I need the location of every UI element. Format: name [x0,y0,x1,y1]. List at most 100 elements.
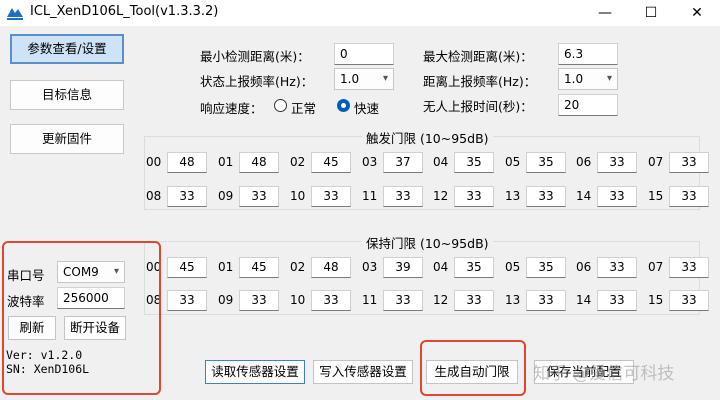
port-value: COM9 [63,265,99,279]
speed-fast-radio[interactable] [337,99,350,112]
trigger-gate-value-input[interactable]: 33 [167,186,207,207]
generate-auto-threshold-button[interactable]: 生成自动门限 [426,360,518,384]
hold-gate-value-input[interactable]: 33 [669,257,709,278]
trigger-gate-value-input[interactable]: 33 [526,186,566,207]
hold-gate-value-input[interactable]: 33 [239,290,279,311]
hold-gate-value-input[interactable]: 33 [526,290,566,311]
max-distance-input[interactable]: 6.3 [558,43,618,65]
hold-gate-index: 05 [505,260,521,274]
trigger-gate-index: 04 [433,155,449,169]
state-rate-select[interactable]: 1.0 ▾ [334,68,394,90]
trigger-gate-value-input[interactable]: 35 [454,152,494,173]
hold-threshold-title: 保持门限 (10~95dB) [362,233,493,252]
chevron-down-icon: ▾ [113,266,119,277]
chevron-down-icon: ▾ [382,73,388,84]
trigger-gate-index: 12 [433,189,449,203]
trigger-gate-index: 13 [505,189,521,203]
trigger-gate-index: 06 [576,155,592,169]
update-firmware-button[interactable]: 更新固件 [10,124,124,154]
baud-label: 波特率 [7,294,45,309]
maximize-button[interactable]: ☐ [628,0,674,26]
app-logo-icon [6,5,24,21]
hold-gate-index: 15 [648,293,664,307]
disconnect-button[interactable]: 断开设备 [64,316,126,340]
trigger-gate-value-input[interactable]: 33 [454,186,494,207]
min-distance-input[interactable]: 0 [334,43,394,65]
no-person-time-label: 无人上报时间(秒)： [423,99,533,114]
trigger-gate-index: 08 [146,189,162,203]
min-distance-label: 最小检测距离(米)： [200,49,310,64]
hold-gate-index: 01 [218,260,234,274]
hold-gate-value-input[interactable]: 35 [526,257,566,278]
version-text: Ver: v1.2.0 [6,348,83,362]
hold-gate-index: 11 [362,293,378,307]
hold-gate-value-input[interactable]: 33 [597,257,637,278]
trigger-threshold-title: 触发门限 (10~95dB) [362,128,493,147]
refresh-button[interactable]: 刷新 [8,316,56,340]
state-rate-label: 状态上报频率(Hz)： [200,74,314,89]
speed-normal-radio[interactable] [274,99,287,112]
port-select[interactable]: COM9 ▾ [57,261,125,283]
minimize-button[interactable]: — [582,0,628,26]
distance-rate-value: 1.0 [564,72,584,86]
trigger-gate-value-input[interactable]: 48 [167,152,207,173]
close-button[interactable]: ✕ [674,0,720,26]
distance-rate-select[interactable]: 1.0 ▾ [558,68,618,90]
hold-gate-value-input[interactable]: 33 [167,290,207,311]
hold-gate-value-input[interactable]: 33 [669,290,709,311]
hold-gate-value-input[interactable]: 33 [383,290,423,311]
trigger-gate-index: 10 [290,189,306,203]
no-person-time-input[interactable]: 20 [558,94,618,116]
trigger-gate-index: 15 [648,189,664,203]
trigger-gate-index: 00 [146,155,162,169]
trigger-gate-index: 05 [505,155,521,169]
trigger-gate-value-input[interactable]: 33 [311,186,351,207]
window-title: ICL_XenD106L_Tool(v1.3.3.2) [30,4,219,19]
hold-gate-index: 13 [505,293,521,307]
hold-gate-value-input[interactable]: 45 [167,257,207,278]
trigger-gate-value-input[interactable]: 45 [311,152,351,173]
trigger-gate-index: 14 [576,189,592,203]
hold-gate-index: 02 [290,260,306,274]
distance-rate-label: 距离上报频率(Hz)： [423,74,537,89]
param-view-button[interactable]: 参数查看/设置 [10,34,124,64]
chevron-down-icon: ▾ [606,73,612,84]
write-sensor-settings-button[interactable]: 写入传感器设置 [313,360,413,384]
watermark-text: 知乎 @爱信可科技 [533,364,675,384]
trigger-gate-value-input[interactable]: 33 [383,186,423,207]
trigger-gate-value-input[interactable]: 35 [526,152,566,173]
trigger-gate-value-input[interactable]: 48 [239,152,279,173]
trigger-gate-index: 07 [648,155,664,169]
baud-input[interactable]: 256000 [57,287,125,309]
trigger-gate-index: 03 [362,155,378,169]
hold-gate-value-input[interactable]: 39 [383,257,423,278]
trigger-gate-index: 11 [362,189,378,203]
trigger-gate-value-input[interactable]: 33 [669,186,709,207]
hold-gate-value-input[interactable]: 48 [311,257,351,278]
hold-gate-index: 04 [433,260,449,274]
serial-number-text: SN: XenD106L [6,362,90,376]
hold-gate-value-input[interactable]: 33 [454,290,494,311]
state-rate-value: 1.0 [340,72,360,86]
trigger-gate-value-input[interactable]: 33 [597,186,637,207]
hold-gate-value-input[interactable]: 45 [239,257,279,278]
hold-gate-index: 06 [576,260,592,274]
target-info-button[interactable]: 目标信息 [10,80,124,110]
hold-gate-value-input[interactable]: 35 [454,257,494,278]
trigger-gate-index: 01 [218,155,234,169]
trigger-gate-value-input[interactable]: 33 [239,186,279,207]
hold-gate-index: 03 [362,260,378,274]
speed-normal-label: 正常 [291,101,317,116]
hold-gate-index: 10 [290,293,306,307]
max-distance-label: 最大检测距离(米)： [423,49,533,64]
trigger-gate-value-input[interactable]: 33 [669,152,709,173]
hold-gate-value-input[interactable]: 33 [311,290,351,311]
trigger-gate-value-input[interactable]: 37 [383,152,423,173]
trigger-gate-value-input[interactable]: 33 [597,152,637,173]
trigger-gate-index: 02 [290,155,306,169]
read-sensor-settings-button[interactable]: 读取传感器设置 [205,360,305,384]
hold-gate-index: 12 [433,293,449,307]
hold-gate-value-input[interactable]: 33 [597,290,637,311]
hold-gate-index: 07 [648,260,664,274]
hold-gate-index: 14 [576,293,592,307]
